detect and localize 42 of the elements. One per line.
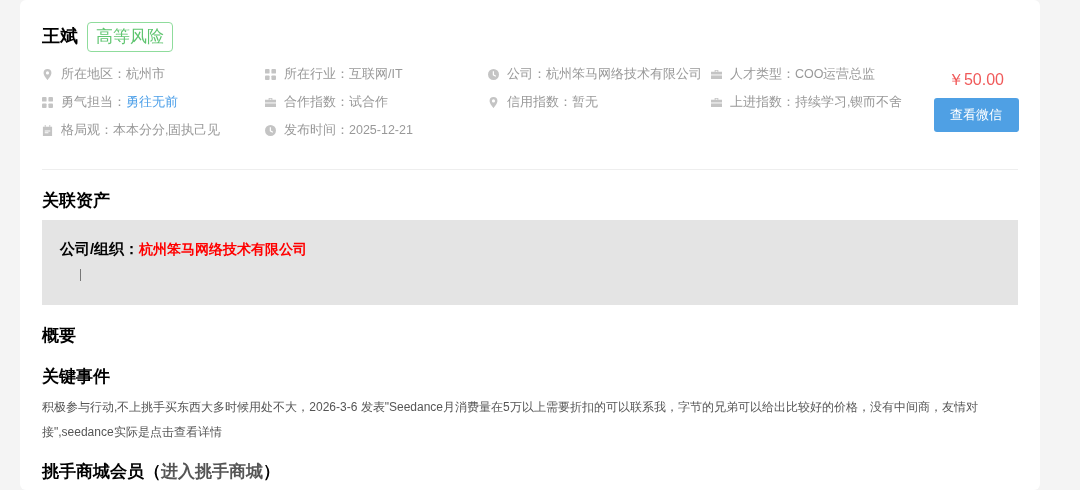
briefcase-icon bbox=[711, 69, 722, 80]
info-value: 杭州市 bbox=[126, 66, 165, 84]
clock-icon bbox=[265, 125, 276, 136]
text-cursor bbox=[80, 268, 81, 281]
info-label: 所在行业： bbox=[284, 66, 349, 84]
person-name: 王斌 bbox=[42, 25, 78, 49]
info-value: 2025-12-21 bbox=[349, 122, 413, 140]
section-heading: 关键事件 bbox=[42, 365, 111, 388]
info-label: 发布时间： bbox=[284, 122, 349, 140]
mall-link[interactable]: 进入挑手商城 bbox=[161, 462, 263, 481]
info-label: 所在地区： bbox=[61, 66, 126, 84]
info-label: 公司： bbox=[507, 66, 546, 84]
briefcase-icon bbox=[711, 97, 722, 108]
info-label: 信用指数： bbox=[507, 94, 572, 112]
info-value: 试合作 bbox=[349, 94, 388, 112]
price: ￥50.00 bbox=[947, 70, 1004, 90]
grid-icon bbox=[42, 97, 53, 108]
section-heading: 挑手商城会员（进入挑手商城） bbox=[42, 461, 281, 483]
section-heading: 概要 bbox=[42, 325, 77, 347]
section-heading: 关联资产 bbox=[42, 189, 111, 212]
pin-icon bbox=[488, 97, 499, 108]
event-description: 积极参与行动,不上挑手买东西大多时候用处不大，2026-3-6 发表"Seedance月消费量在5万以上需要折扣的可以联系我，字节的兄弟可以给出比较好的价格，没有中间商，友情对接",seedance实际是点击查看详情 bbox=[42, 399, 979, 441]
info-value: 杭州笨马网络技术有限公司 bbox=[546, 66, 702, 84]
info-value: 互联网/IT bbox=[349, 66, 403, 84]
info-label: 上进指数： bbox=[730, 94, 795, 112]
briefcase-icon bbox=[265, 97, 276, 108]
info-label: 合作指数： bbox=[284, 94, 349, 112]
asset-label: 公司/组织： bbox=[60, 239, 140, 259]
info-value: COO运营总监 bbox=[795, 66, 876, 84]
info-value: 勇往无前 bbox=[126, 94, 178, 112]
grid-icon bbox=[265, 69, 276, 80]
info-value: 暂无 bbox=[572, 94, 598, 112]
info-label: 格局观： bbox=[61, 122, 113, 140]
clock-icon bbox=[488, 69, 499, 80]
pin-icon bbox=[42, 69, 53, 80]
info-value: 持续学习,锲而不舍 bbox=[795, 94, 903, 112]
risk-badge: 高等风险 bbox=[87, 22, 173, 52]
info-value: 本本分分,固执己见 bbox=[113, 122, 221, 140]
calendar-icon bbox=[42, 125, 53, 136]
info-label: 人才类型： bbox=[730, 66, 795, 84]
info-label: 勇气担当： bbox=[61, 94, 126, 112]
asset-company: 杭州笨马网络技术有限公司 bbox=[139, 240, 308, 259]
